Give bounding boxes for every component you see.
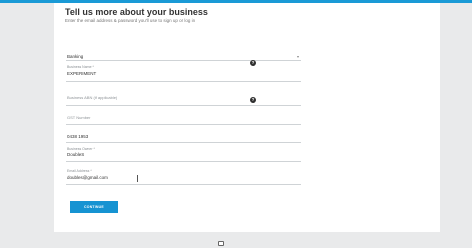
business-type-value: Banking <box>67 54 84 59</box>
email-field[interactable]: Email Address * doubles@gmail.com <box>66 169 301 185</box>
chevron-down-icon: ▾ <box>296 54 299 59</box>
gst-number-placeholder: GST Number <box>67 115 91 120</box>
page-subtitle: Enter the email address & password you'l… <box>65 18 196 23</box>
business-name-value: EXPERIMENT <box>67 71 97 76</box>
phone-field[interactable]: 0438 1953 <box>66 133 301 143</box>
business-abn-placeholder: Business ABN (if applicable) <box>67 95 118 100</box>
business-owner-value: DoubleS <box>67 152 85 157</box>
phone-value: 0438 1953 <box>67 134 89 139</box>
text-cursor <box>137 175 138 182</box>
business-name-label: Business Name * <box>67 65 94 69</box>
page-title: Tell us more about your business <box>65 7 208 17</box>
chat-icon[interactable] <box>218 241 224 246</box>
email-label: Email Address * <box>67 169 92 173</box>
business-type-select[interactable]: Banking ▾ <box>66 54 301 61</box>
question-mark-icon[interactable]: ? <box>250 97 256 103</box>
business-abn-field[interactable]: Business ABN (if applicable) <box>66 95 301 106</box>
business-owner-label: Business Owner * <box>67 147 95 151</box>
business-name-field[interactable]: Business Name * EXPERIMENT <box>66 65 301 82</box>
business-owner-field[interactable]: Business Owner * DoubleS <box>66 147 301 162</box>
gst-number-field[interactable]: GST Number <box>66 115 301 125</box>
continue-button[interactable]: CONTINUE <box>70 201 118 213</box>
email-value: doubles@gmail.com <box>67 175 108 180</box>
